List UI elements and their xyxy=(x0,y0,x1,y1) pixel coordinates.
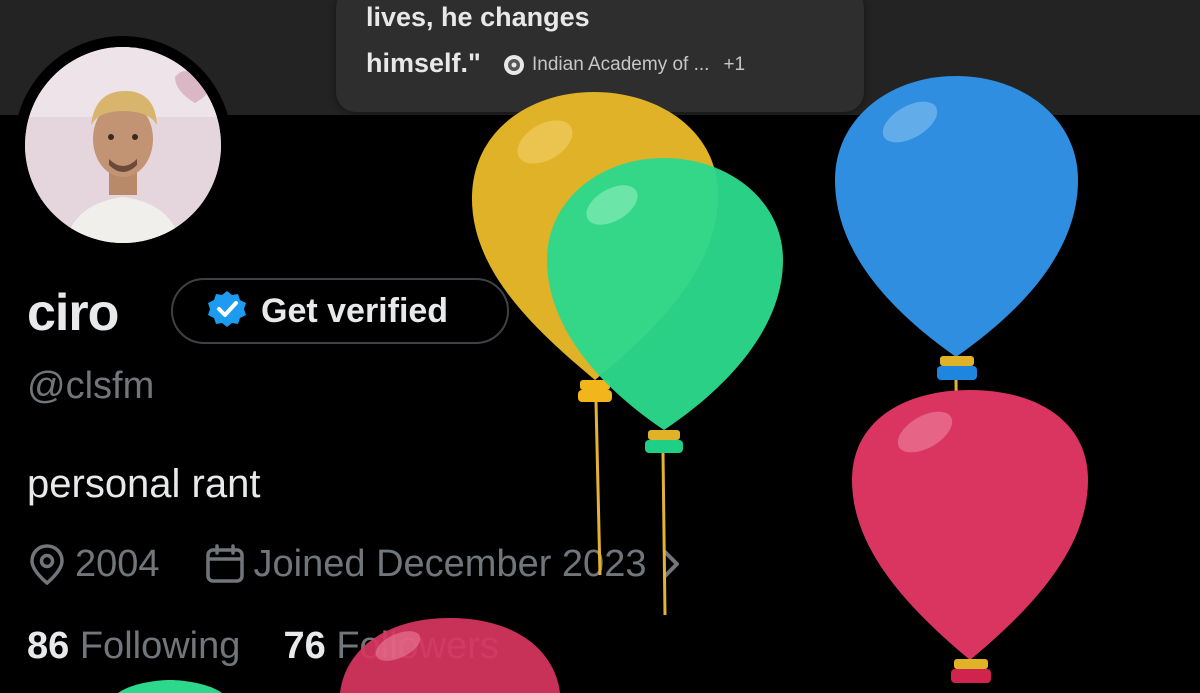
quote-card[interactable]: lives, he changes himself." Indian Acade… xyxy=(336,0,864,112)
location-text: 2004 xyxy=(75,542,160,585)
red-balloon xyxy=(852,390,1088,683)
following-link[interactable]: 86 Following xyxy=(27,625,240,667)
chevron-right-icon[interactable] xyxy=(660,547,682,581)
profile-handle: @clsfm xyxy=(27,365,155,407)
source-chip[interactable]: Indian Academy of ... +1 xyxy=(504,50,745,80)
source-logo-icon xyxy=(504,55,524,75)
yellow-balloon xyxy=(471,92,718,576)
source-more-count: +1 xyxy=(723,54,746,75)
calendar-icon xyxy=(204,543,246,585)
followers-link[interactable]: 76 Followers xyxy=(284,625,499,667)
source-label: Indian Academy of ... xyxy=(532,54,710,75)
joined-date: Joined December 2023 xyxy=(253,542,647,585)
quote-text-line1: lives, he changes xyxy=(366,2,590,32)
get-verified-label: Get verified xyxy=(261,291,449,330)
avatar[interactable] xyxy=(25,47,221,243)
following-count: 86 xyxy=(27,625,70,667)
blue-balloon xyxy=(835,76,1078,551)
following-label: Following xyxy=(79,625,241,667)
followers-label: Followers xyxy=(336,625,499,667)
quote-text-line2: himself." xyxy=(366,48,481,78)
green-balloon-bottom xyxy=(118,680,222,693)
get-verified-button[interactable]: Get verified xyxy=(171,278,509,344)
followers-count: 76 xyxy=(283,625,326,667)
location-pin-icon xyxy=(27,542,67,586)
profile-meta: 2004 Joined December 2023 xyxy=(27,538,690,590)
profile-name: ciro xyxy=(27,284,119,342)
verified-badge-icon xyxy=(207,289,247,334)
follow-stats: 86 Following 76 Followers xyxy=(27,625,499,668)
profile-bio: personal rant xyxy=(27,462,261,506)
